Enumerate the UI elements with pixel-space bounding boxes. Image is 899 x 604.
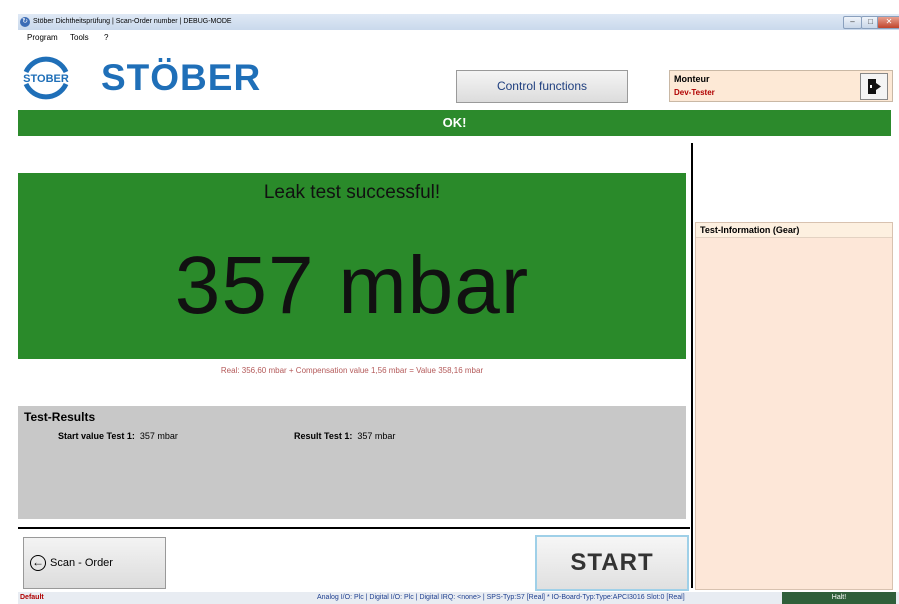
close-button[interactable]: ✕: [877, 16, 899, 29]
result-panel: Leak test successful! 357 mbar: [18, 173, 686, 359]
status-profile: Default: [20, 594, 44, 601]
start-value-row: Start value Test 1: 357 mbar: [58, 431, 178, 441]
monteur-label: Monteur: [674, 74, 710, 84]
test-results-panel: Test-Results Start value Test 1: 357 mba…: [18, 406, 686, 519]
vertical-divider: [691, 143, 693, 588]
back-arrow-icon: ←: [30, 555, 46, 571]
stober-logo-icon: STOBER: [23, 56, 69, 100]
menu-help[interactable]: ?: [104, 33, 108, 42]
app-icon: ↻: [20, 17, 30, 27]
status-io-info: Analog I/O: Plc | Digital I/O: Plc | Dig…: [317, 594, 685, 601]
logout-button[interactable]: [860, 73, 888, 100]
user-panel: Monteur Dev-Tester: [669, 70, 893, 102]
scan-order-button[interactable]: ← Scan - Order: [23, 537, 166, 589]
application-window: ↻ Stöber Dichtheitsprüfung | Scan-Order …: [0, 0, 899, 604]
brand-logo-text: STÖBER: [101, 57, 262, 98]
logo-badge-text: STOBER: [23, 73, 69, 85]
logout-icon: [868, 79, 881, 94]
result-label: Result Test 1:: [294, 431, 353, 441]
result-message: Leak test successful!: [263, 182, 441, 203]
menu-tools[interactable]: Tools: [70, 33, 89, 42]
monteur-value: Dev-Tester: [674, 88, 715, 97]
result-detail: Real: 356,60 mbar + Compensation value 1…: [220, 366, 484, 375]
control-functions-button[interactable]: Control functions: [456, 70, 628, 103]
start-button[interactable]: START: [535, 535, 689, 591]
menu-bar: Program Tools ?: [18, 30, 899, 44]
result-row: Result Test 1: 357 mbar: [294, 431, 395, 441]
scan-order-label: Scan - Order: [50, 557, 113, 569]
minimize-button[interactable]: –: [843, 16, 862, 29]
window-title: Stöber Dichtheitsprüfung | Scan-Order nu…: [33, 18, 232, 25]
start-value-label: Start value Test 1:: [58, 431, 135, 441]
menu-program[interactable]: Program: [27, 33, 58, 42]
test-results-title: Test-Results: [24, 410, 96, 424]
status-banner: OK!: [18, 110, 891, 136]
test-information-panel: Test-Information (Gear): [695, 222, 893, 590]
start-value: 357 mbar: [139, 431, 178, 441]
result-test-value: 357 mbar: [357, 431, 396, 441]
title-bar: ↻ Stöber Dichtheitsprüfung | Scan-Order …: [18, 14, 899, 30]
result-value: 357 mbar: [174, 240, 530, 331]
status-bar: Default Analog I/O: Plc | Digital I/O: P…: [18, 592, 899, 604]
status-halt: Halt!: [782, 592, 896, 604]
horizontal-divider: [18, 527, 690, 529]
test-information-title: Test-Information (Gear): [696, 223, 892, 238]
